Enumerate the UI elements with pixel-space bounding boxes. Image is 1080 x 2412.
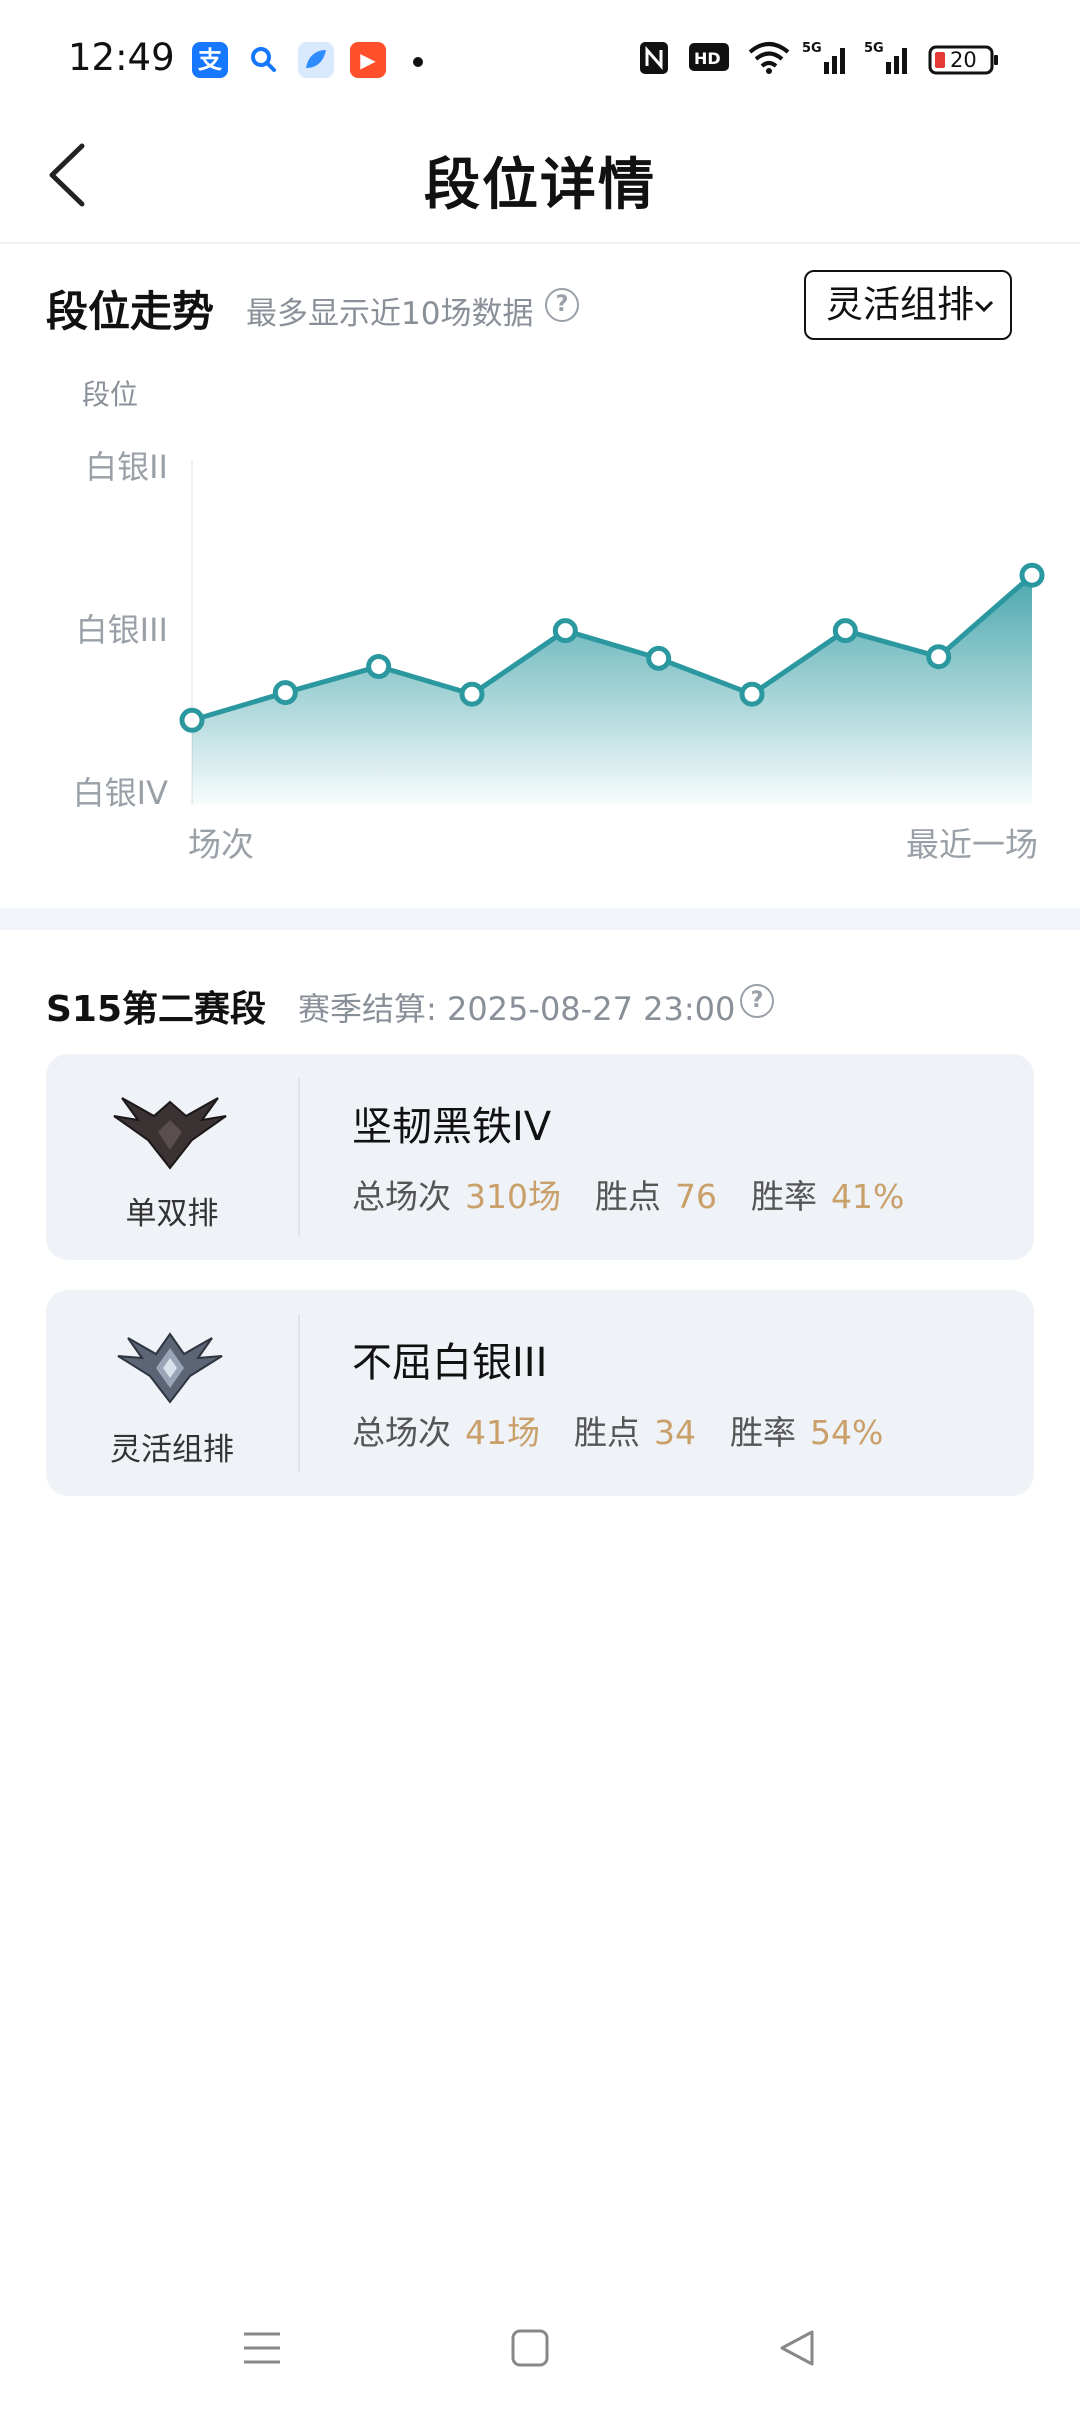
rank-stats: 总场次 41场 胜点 34 胜率 54% bbox=[352, 1406, 917, 1454]
lp-value: 34 bbox=[654, 1413, 696, 1452]
status-bar: 12:49 支 ▶ HD 5G 5G 20 bbox=[0, 0, 1080, 120]
winrate-label: 胜率 bbox=[751, 1177, 817, 1216]
home-nav-button[interactable] bbox=[500, 2318, 560, 2378]
card-divider bbox=[298, 1314, 300, 1472]
back-triangle-icon bbox=[780, 2330, 814, 2366]
queue-dropdown[interactable]: 灵活组排 bbox=[804, 270, 1012, 340]
help-icon-season[interactable]: ? bbox=[740, 984, 774, 1018]
data-point bbox=[179, 707, 205, 733]
status-time: 12:49 bbox=[68, 36, 175, 79]
data-point bbox=[552, 618, 578, 644]
silver-rank-emblem-icon bbox=[117, 1332, 223, 1404]
chevron-down-icon bbox=[972, 272, 996, 363]
rank-card-flex[interactable]: 灵活组排 不屈白银III 总场次 41场 胜点 34 胜率 54% bbox=[46, 1290, 1034, 1496]
season-settle-time: 赛季结算: 2025-08-27 23:00 bbox=[298, 990, 736, 1028]
page-title: 段位详情 bbox=[424, 153, 656, 218]
alipay-icon: 支 bbox=[192, 42, 228, 78]
menu-icon bbox=[244, 2332, 280, 2364]
signal-5g-icon: 5G bbox=[802, 40, 852, 82]
y-tick-label: 白银III bbox=[76, 611, 168, 649]
iron-rank-emblem-icon bbox=[113, 1097, 227, 1170]
data-point bbox=[646, 645, 672, 671]
signal-5g-icon-2: 5G bbox=[864, 40, 914, 82]
data-point bbox=[832, 618, 858, 644]
rank-card-left: 灵活组排 bbox=[46, 1290, 298, 1496]
data-point bbox=[459, 681, 485, 707]
y-axis-label: 段位 bbox=[82, 378, 138, 411]
rank-stats: 总场次 310场 胜点 76 胜率 41% bbox=[352, 1170, 938, 1218]
battery-level: 20 bbox=[950, 48, 977, 72]
notification-dot bbox=[413, 57, 423, 67]
area-fill bbox=[192, 575, 1032, 805]
wifi-icon bbox=[746, 40, 792, 82]
games-value: 41场 bbox=[465, 1413, 540, 1452]
svg-text:5G: 5G bbox=[802, 41, 822, 56]
games-label: 总场次 bbox=[352, 1177, 451, 1216]
home-icon bbox=[511, 2329, 549, 2367]
season-title: S15第二赛段 bbox=[46, 989, 267, 1030]
lp-label: 胜点 bbox=[574, 1413, 640, 1452]
games-label: 总场次 bbox=[352, 1413, 451, 1452]
data-point bbox=[1019, 562, 1045, 588]
header-divider bbox=[0, 242, 1080, 244]
hd-icon: HD bbox=[688, 40, 730, 80]
winrate-value: 41% bbox=[831, 1177, 905, 1216]
back-nav-button[interactable] bbox=[768, 2318, 828, 2378]
rank-name: 坚韧黑铁IV bbox=[352, 1104, 552, 1150]
lp-label: 胜点 bbox=[595, 1177, 661, 1216]
rank-name: 不屈白银III bbox=[352, 1340, 548, 1386]
winrate-value: 54% bbox=[810, 1413, 884, 1452]
data-point bbox=[926, 644, 952, 670]
data-point bbox=[739, 681, 765, 707]
y-tick-label: 白银II bbox=[85, 448, 168, 486]
data-point bbox=[272, 680, 298, 706]
x-axis-start-label: 场次 bbox=[188, 825, 254, 864]
data-point bbox=[366, 653, 392, 679]
games-value: 310场 bbox=[465, 1177, 561, 1216]
trend-subtitle: 最多显示近10场数据 bbox=[246, 296, 534, 332]
rank-card-left: 单双排 bbox=[46, 1054, 298, 1260]
queue-dropdown-value: 灵活组排 bbox=[826, 283, 974, 326]
rank-card-solo[interactable]: 单双排 坚韧黑铁IV 总场次 310场 胜点 76 胜率 41% bbox=[46, 1054, 1034, 1260]
winrate-label: 胜率 bbox=[730, 1413, 796, 1452]
queue-label: 灵活组排 bbox=[110, 1432, 234, 1468]
svg-text:5G: 5G bbox=[864, 41, 884, 56]
nfc-icon bbox=[638, 40, 670, 82]
y-tick-label: 白银IV bbox=[73, 774, 168, 812]
search-app-icon bbox=[246, 42, 282, 78]
card-divider bbox=[298, 1078, 300, 1236]
queue-label: 单双排 bbox=[125, 1196, 219, 1232]
lp-value: 76 bbox=[675, 1177, 717, 1216]
rank-trend-chart: 段位 白银II 白银III 白银IV 场次 最近一场 bbox=[73, 378, 1045, 864]
x-axis-end-label: 最近一场 bbox=[906, 825, 1038, 864]
menu-nav-button[interactable] bbox=[232, 2318, 292, 2378]
section-separator bbox=[0, 908, 1080, 930]
help-icon[interactable]: ? bbox=[545, 288, 579, 322]
browser-icon bbox=[298, 42, 334, 78]
video-app-icon: ▶ bbox=[350, 42, 386, 78]
svg-text:HD: HD bbox=[694, 49, 721, 68]
trend-title: 段位走势 bbox=[46, 287, 215, 336]
